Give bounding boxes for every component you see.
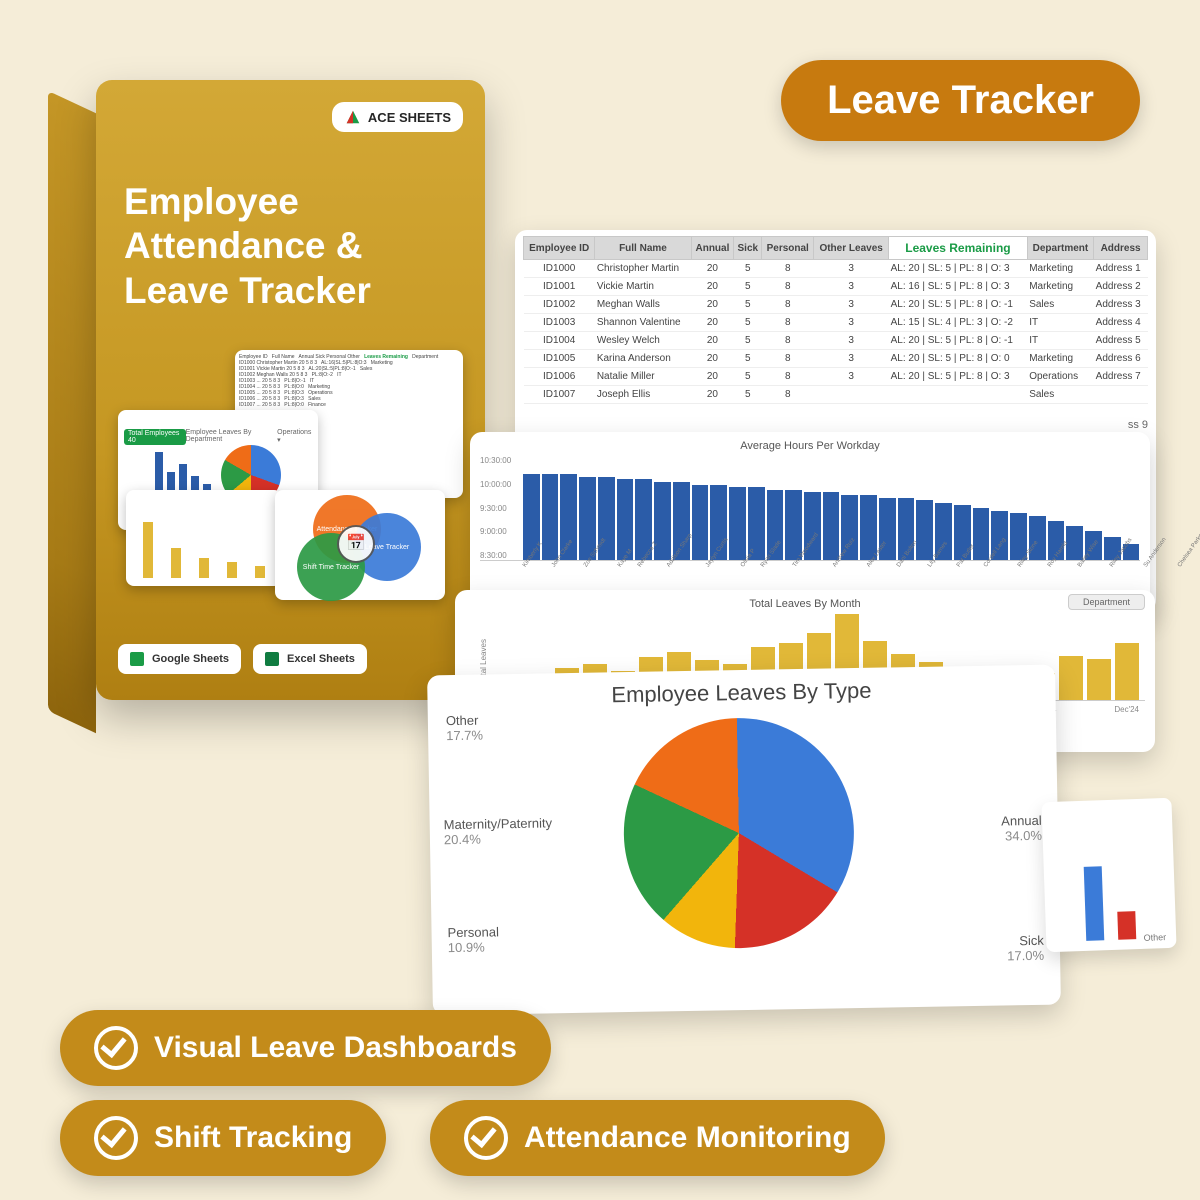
calendar-icon: 📅 <box>337 525 375 563</box>
pie-label-other: Other17.7% <box>446 713 483 744</box>
google-sheets-badge: Google Sheets <box>118 644 241 674</box>
brand-logo: ACE SHEETS <box>332 102 463 132</box>
excel-sheets-badge: Excel Sheets <box>253 644 367 674</box>
leaves-by-type-panel: Employee Leaves By Type Other17.7% Annua… <box>427 665 1061 1016</box>
pie-label-sick: Sick17.0% <box>1007 933 1044 964</box>
platform-badges: Google Sheets Excel Sheets <box>118 644 367 674</box>
product-box: ACE SHEETS Employee Attendance & Leave T… <box>80 80 485 700</box>
feature-visual-dashboards: Visual Leave Dashboards <box>60 1010 551 1086</box>
pie-label-matpat: Maternity/Paternity20.4% <box>444 815 553 847</box>
check-icon <box>94 1026 138 1070</box>
check-icon <box>94 1116 138 1160</box>
box-preview-cards: Employee ID Full Name Annual Sick Person… <box>118 350 463 580</box>
mini-type-bars <box>126 490 282 586</box>
mini-venn: Attendance Tracker Leave Tracker Shift T… <box>275 490 445 600</box>
pie-chart <box>622 716 856 950</box>
side-mini-panel: Other <box>1041 798 1176 952</box>
monthly-leaves-title: Total Leaves By Month <box>465 598 1145 610</box>
pie-label-annual: Annual34.0% <box>1001 813 1042 844</box>
feature-attendance-monitoring: Attendance Monitoring <box>430 1100 885 1176</box>
pie-label-personal: Personal10.9% <box>447 924 499 955</box>
product-title: Employee Attendance & Leave Tracker <box>124 180 457 313</box>
title-pill: Leave Tracker <box>781 60 1140 141</box>
page: Leave Tracker ACE SHEETS Employee Attend… <box>0 0 1200 1200</box>
check-icon <box>464 1116 508 1160</box>
feature-shift-tracking: Shift Tracking <box>60 1100 386 1176</box>
leave-table: Employee IDFull NameAnnualSickPersonalOt… <box>523 236 1148 404</box>
avg-hours-title: Average Hours Per Workday <box>480 440 1140 452</box>
dept-filter[interactable]: Department <box>1068 594 1145 610</box>
avg-hours-panel: Average Hours Per Workday 10:30:0010:00:… <box>470 432 1150 614</box>
